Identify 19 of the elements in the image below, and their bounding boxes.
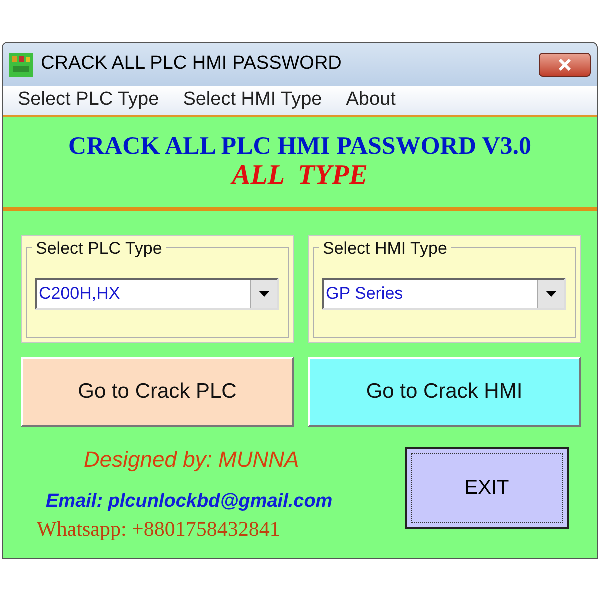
dropdown-arrow-icon: [546, 291, 556, 297]
window-title: CRACK ALL PLC HMI PASSWORD: [41, 52, 342, 76]
app-icon: [9, 52, 33, 76]
crack-button[interactable]: Go to Crack HMI: [308, 357, 581, 427]
whatsapp-text: Whatsapp: +8801758432841: [37, 516, 282, 540]
menu-item[interactable]: Select PLC Type: [18, 86, 160, 115]
dropdown-field[interactable]: GP Series: [322, 278, 566, 310]
crack-button[interactable]: Go to Crack PLC: [21, 357, 294, 427]
exit-button[interactable]: EXIT: [405, 447, 569, 529]
app-subheading: ALL TYPE: [232, 161, 368, 191]
menu-item[interactable]: About: [346, 86, 396, 115]
close-icon: [558, 58, 572, 70]
designer-credit: Designed by: MUNNA: [83, 446, 300, 474]
menu-item[interactable]: Select HMI Type: [183, 86, 322, 115]
close-button[interactable]: [539, 52, 591, 76]
dropdown-arrow-icon: [258, 291, 270, 297]
email-text: Email: plcunlockbd@gmail.com: [45, 490, 334, 514]
dropdown-field[interactable]: C200H,HX: [35, 278, 279, 310]
app-heading: CRACK ALL PLC HMI PASSWORD V3.0: [68, 133, 532, 161]
